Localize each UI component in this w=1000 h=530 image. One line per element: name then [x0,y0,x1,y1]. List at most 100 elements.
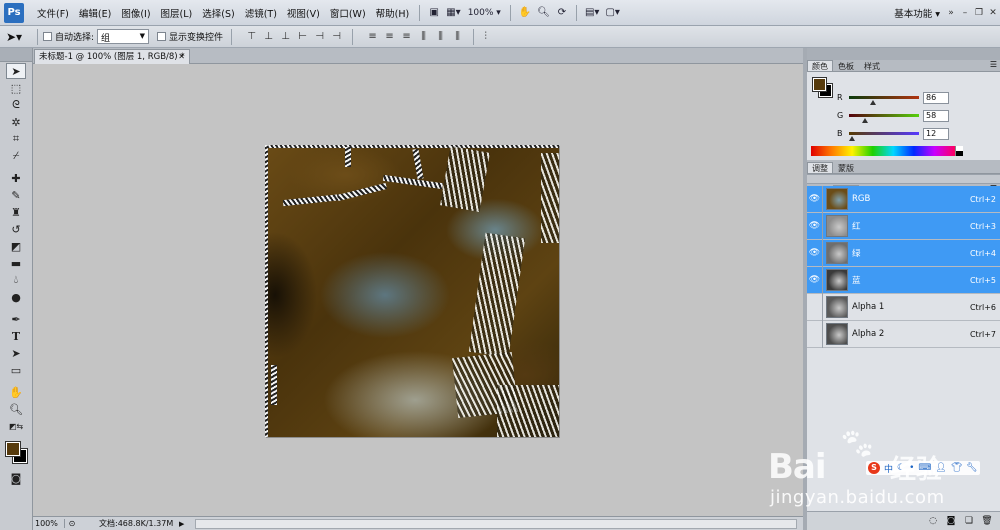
blur-tool-icon[interactable]: 💧︎ [6,272,26,288]
document-canvas[interactable] [265,145,559,437]
tab-masks[interactable]: 蒙版 [833,162,859,173]
view-extras-icon[interactable]: ▦▾ [443,4,463,22]
minimize-icon[interactable]: – [958,8,972,18]
channel-row[interactable]: 👁︎ RGB Ctrl+2 [807,185,1000,213]
align-hcenter-icon[interactable]: ⊣ [313,30,326,43]
distribute-bottom-icon[interactable]: ≡ [400,30,413,43]
history-brush-tool-icon[interactable]: ↺ [6,221,26,237]
slider-g-thumb[interactable] [861,118,868,123]
eye-icon[interactable]: 👁︎ [807,239,823,267]
slider-g-track[interactable] [849,114,919,117]
delete-channel-icon[interactable]: 🗑︎ [980,516,994,526]
align-vcenter-icon[interactable]: ⊥ [262,30,275,43]
marquee-tool-icon[interactable]: ⬚ [6,80,26,96]
save-selection-icon[interactable]: ◙ [944,516,958,526]
distribute-top-icon[interactable]: ≡ [366,30,379,43]
load-selection-icon[interactable]: ◌ [926,516,940,526]
channel-row[interactable]: 👁︎ 红 Ctrl+3 [807,212,1000,240]
shape-tool-icon[interactable]: ▭ [6,362,26,378]
eye-icon[interactable]: 👁︎ [807,266,823,294]
menu-edit[interactable]: 编辑(E) [74,6,116,20]
distribute-hcenter-icon[interactable]: ⫼ [434,30,447,43]
move-tool-preset-icon[interactable]: ➤▾ [6,30,32,44]
status-zoom[interactable]: 100% [33,519,65,528]
align-left-icon[interactable]: ⊢ [296,30,309,43]
status-menu-icon[interactable]: ⊙ [65,519,79,528]
document-tab[interactable]: 未标题-1 @ 100% (图层 1, RGB/8) * ✕ [34,49,190,64]
canvas-area[interactable] [33,64,803,516]
show-transform-checkbox-box[interactable] [157,32,167,41]
eye-icon[interactable]: 👁︎ [807,185,823,213]
visibility-toggle[interactable] [807,320,823,348]
eraser-tool-icon[interactable]: ◩ [6,238,26,254]
pen-tool-icon[interactable]: ✒ [6,311,26,327]
slider-b-input[interactable]: 12 [923,128,949,140]
path-selection-tool-icon[interactable]: ➤ [6,345,26,361]
foreground-color-swatch[interactable] [812,77,827,92]
dock-grip[interactable] [807,48,1000,60]
color-spectrum-ramp[interactable] [811,146,955,156]
lasso-tool-icon[interactable]: ᘓ [6,97,26,113]
screen-mode-icon[interactable]: ▢▾ [602,4,622,22]
auto-align-layers-icon[interactable]: ⫶ [479,30,492,43]
restore-icon[interactable]: ❐ [972,8,986,18]
tab-styles[interactable]: 样式 [859,60,885,71]
eye-icon[interactable]: 👁︎ [807,212,823,240]
channel-row[interactable]: 👁︎ 蓝 Ctrl+5 [807,266,1000,294]
healing-brush-tool-icon[interactable]: ✚ [6,170,26,186]
bridge-icon[interactable]: ▣ [425,4,443,22]
quick-mask-icon[interactable]: ◙ [6,470,26,486]
close-icon[interactable]: ✕ [178,50,185,64]
gradient-tool-icon[interactable]: ▬ [6,255,26,271]
channel-row[interactable]: Alpha 2 Ctrl+7 [807,320,1000,348]
type-tool-icon[interactable]: T [6,328,26,344]
horizontal-scrollbar[interactable] [195,518,797,529]
foreground-color-swatch[interactable] [5,441,21,457]
auto-select-dropdown[interactable]: 组 ▼ [97,29,150,44]
new-channel-icon[interactable]: ❏ [962,516,976,526]
zoom-tool-icon[interactable]: 🔍︎ [534,4,553,22]
slider-g-input[interactable]: 58 [923,110,949,122]
auto-select-checkbox-box[interactable] [43,32,52,41]
align-right-icon[interactable]: ⊣ [330,30,343,43]
channel-row[interactable]: 👁︎ 绿 Ctrl+4 [807,239,1000,267]
show-transform-checkbox[interactable]: 显示变换控件 [157,30,223,43]
auto-select-checkbox[interactable]: 自动选择: [43,30,94,43]
menu-window[interactable]: 窗口(W) [325,6,371,20]
hand-tool-icon[interactable]: ✋ [6,384,26,400]
slider-b-track[interactable] [849,132,919,135]
clone-stamp-tool-icon[interactable]: ♜ [6,204,26,220]
distribute-vcenter-icon[interactable]: ≡ [383,30,396,43]
slider-r-thumb[interactable] [869,100,876,105]
menu-file[interactable]: 文件(F) [32,6,74,20]
menu-filter[interactable]: 滤镜(T) [240,6,282,20]
menu-help[interactable]: 帮助(H) [371,6,415,20]
magic-wand-tool-icon[interactable]: ✲ [6,114,26,130]
distribute-left-icon[interactable]: ⫼ [417,30,430,43]
rotate-view-icon[interactable]: ⟳ [553,4,571,22]
black-white-ramp[interactable] [955,146,963,156]
panel-menu-icon[interactable]: ☰ [990,60,997,69]
hand-tool-icon[interactable]: ✋ [516,4,534,22]
visibility-toggle[interactable] [807,293,823,321]
align-top-icon[interactable]: ⊤ [245,30,258,43]
status-arrow-icon[interactable]: ▶ [179,520,189,528]
crop-tool-icon[interactable]: ⌗ [6,131,26,147]
tab-swatches[interactable]: 色板 [833,60,859,71]
zoom-tool-icon[interactable]: 🔍︎ [6,401,26,417]
menu-image[interactable]: 图像(I) [116,6,155,20]
menu-select[interactable]: 选择(S) [197,6,239,20]
tab-color[interactable]: 颜色 [807,60,833,71]
slider-r-track[interactable] [849,96,919,99]
zoom-level-select[interactable]: 100% ▾ [464,4,505,22]
default-colors-icon[interactable]: ◩⇆ [6,418,26,434]
slider-b-thumb[interactable] [849,136,856,141]
distribute-right-icon[interactable]: ⫼ [451,30,464,43]
brush-tool-icon[interactable]: ✎ [6,187,26,203]
arrange-documents-icon[interactable]: ▤▾ [582,4,602,22]
dodge-tool-icon[interactable]: ● [6,289,26,305]
expand-icon[interactable]: » [944,8,958,18]
align-bottom-icon[interactable]: ⊥ [279,30,292,43]
move-tool-icon[interactable]: ➤ [6,63,26,79]
slider-r-input[interactable]: 86 [923,92,949,104]
